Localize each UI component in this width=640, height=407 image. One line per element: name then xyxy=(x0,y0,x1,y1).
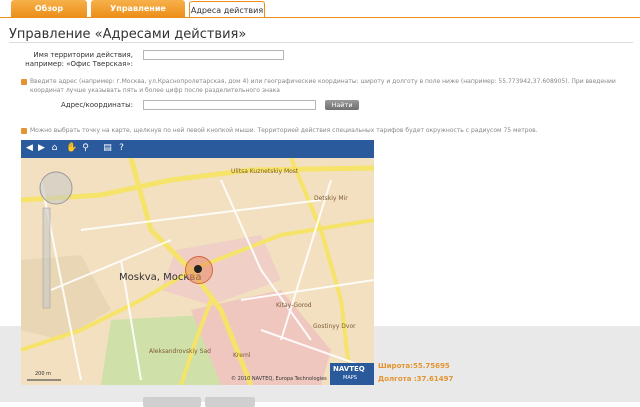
map-label-aleksandrovskiy-sad: Aleksandrovskiy Sad xyxy=(149,348,211,355)
info-icon xyxy=(21,79,27,85)
save-button[interactable] xyxy=(143,397,201,407)
title-divider xyxy=(9,42,633,43)
territory-label-line2: например: «Офис Тверская»: xyxy=(25,60,133,68)
tab-number-management[interactable]: Управление номерами xyxy=(91,0,185,30)
map-toolbar: ◀ ▶ ⌂ ✋ ⚲ ▤ ? xyxy=(21,140,374,158)
address-label: Адрес/координаты: xyxy=(60,101,133,109)
arrow-left-icon[interactable]: ◀ xyxy=(24,143,35,154)
map-label-kitay-gorod: Kitay-Gorod xyxy=(276,302,312,309)
tab-underline xyxy=(0,17,640,18)
tab-overview[interactable]: Обзор xyxy=(11,0,87,17)
zoom-icon[interactable]: ⚲ xyxy=(80,143,91,154)
find-button[interactable]: Найти xyxy=(325,100,359,110)
tab-bar: Обзор Управление номерами Адреса действи… xyxy=(0,0,640,30)
territory-name-input[interactable] xyxy=(143,50,284,60)
map-label-detskiy-mir: Detskiy Mir xyxy=(314,195,348,202)
home-icon[interactable]: ⌂ xyxy=(49,143,60,154)
map-scale: 200 m xyxy=(35,371,52,377)
map-marker-icon[interactable] xyxy=(185,256,213,284)
navteq-logo: NAVTEQ xyxy=(333,365,365,373)
cancel-button[interactable] xyxy=(205,397,255,407)
latitude-readout: Широта:55.75695 xyxy=(378,362,450,370)
map-label-gostinyy-dvor: Gostinyy Dvor xyxy=(313,323,356,330)
info-icon xyxy=(21,128,27,134)
page-title: Управление «Адресами действия» xyxy=(9,27,247,42)
arrow-right-icon[interactable]: ▶ xyxy=(36,143,47,154)
tab-action-addresses[interactable]: Адреса действия xyxy=(189,1,265,18)
navteq-logo-sub: MAPS xyxy=(343,375,357,381)
print-icon[interactable]: ▤ xyxy=(102,143,113,154)
territory-label: Имя территории действия, например: «Офис… xyxy=(9,51,133,69)
hand-icon[interactable]: ✋ xyxy=(66,143,77,154)
map-hint: Можно выбрать точку на карте, щелкнув по… xyxy=(30,127,538,134)
map[interactable]: ◀ ▶ ⌂ ✋ ⚲ ▤ ? Ulitsa Kuznetskiy Most Det… xyxy=(21,140,374,385)
map-copyright: © 2010 NAVTEQ, Europa Technologies xyxy=(231,376,327,382)
help-icon[interactable]: ? xyxy=(116,143,127,154)
map-label-kreml: Kreml xyxy=(233,352,251,359)
address-input[interactable] xyxy=(143,100,316,110)
map-label-kuznetsky: Ulitsa Kuznetskiy Most xyxy=(231,168,299,175)
address-hint-line2: координат лучше указывать пять и более ц… xyxy=(30,87,280,94)
address-hint: Введите адрес (например: г.Москва, ул.Кр… xyxy=(30,77,630,95)
address-hint-line1: Введите адрес (например: г.Москва, ул.Кр… xyxy=(30,78,616,85)
territory-label-line1: Имя территории действия, xyxy=(33,51,133,59)
longitude-readout: Долгота :37.61497 xyxy=(378,375,454,383)
